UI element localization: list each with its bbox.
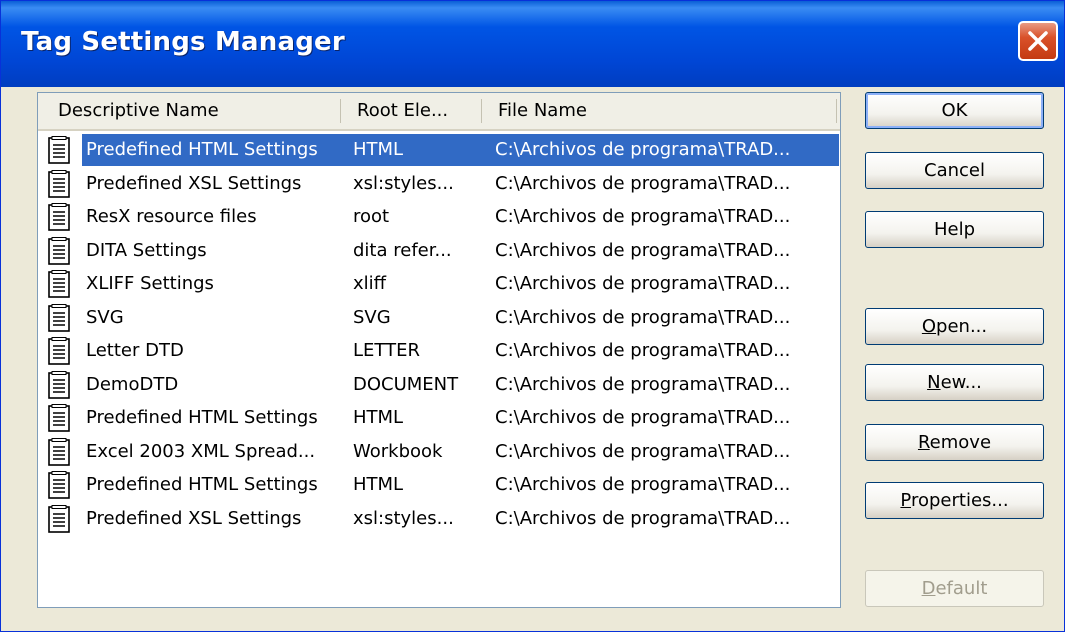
new-button[interactable]: New... [865, 364, 1044, 401]
root-element-cell: LETTER [353, 340, 420, 361]
default-button[interactable]: Default [865, 570, 1044, 607]
column-header-root-element[interactable]: Root Ele... [357, 93, 477, 129]
document-icon [48, 203, 70, 231]
file-name-cell: C:\Archivos de programa\TRAD... [495, 340, 791, 361]
properties-accel: P [900, 490, 911, 511]
list-item[interactable]: DITA Settings dita refer... C:\Archivos de… [38, 234, 840, 268]
file-name-cell: C:\Archivos de programa\TRAD... [495, 139, 791, 160]
descriptive-name-cell: DemoDTD [86, 373, 179, 395]
document-icon [48, 270, 70, 298]
descriptive-name-cell: Predefined HTML Settings [86, 407, 318, 428]
list-item[interactable]: Predefined XSL Settings xsl:styles... C:\A… [38, 167, 840, 201]
column-header-file-name[interactable]: File Name [498, 93, 818, 129]
descriptive-name-cell: ResX resource files [86, 206, 257, 227]
file-name-cell: C:\Archivos de programa\TRAD... [495, 172, 791, 194]
descriptive-name-cell: Letter DTD [86, 340, 184, 361]
document-icon [48, 504, 70, 533]
remove-label: emove [929, 432, 992, 453]
list-item[interactable]: Excel 2003 XML Spread... Workbook C:\Archi… [38, 435, 840, 469]
list-item[interactable]: Predefined HTML Settings HTML C:\Archivos … [38, 401, 840, 435]
document-icon [48, 471, 70, 499]
open-label: pen... [936, 316, 988, 337]
root-element-cell: HTML [353, 474, 404, 495]
document-icon [48, 437, 70, 466]
cancel-button[interactable]: Cancel [865, 152, 1044, 189]
root-element-cell: DOCUMENT [353, 373, 459, 395]
default-accel: D [921, 578, 936, 599]
properties-button[interactable]: Properties... [865, 482, 1044, 519]
root-element-cell: Workbook [353, 440, 443, 462]
descriptive-name-cell: Predefined HTML Settings [86, 474, 318, 495]
file-name-cell: C:\Archivos de programa\TRAD... [495, 474, 791, 495]
file-name-cell: C:\Archivos de programa\TRAD... [495, 306, 791, 328]
descriptive-name-cell: XLIFF Settings [86, 273, 214, 294]
descriptive-name-cell: Predefined XSL Settings [86, 507, 302, 529]
list-item[interactable]: Predefined XSL Settings xsl:styles... C:\A… [38, 502, 840, 536]
help-button[interactable]: Help [865, 211, 1044, 248]
file-name-cell: C:\Archivos de programa\TRAD... [495, 273, 791, 294]
descriptive-name-cell: Excel 2003 XML Spread... [86, 440, 316, 462]
root-element-cell: dita refer... [353, 239, 452, 261]
file-name-cell: C:\Archivos de programa\TRAD... [495, 407, 791, 428]
document-icon [48, 303, 70, 332]
file-name-cell: C:\Archivos de programa\TRAD... [495, 507, 791, 529]
column-separator[interactable] [340, 99, 341, 123]
root-element-cell: SVG [353, 306, 391, 328]
document-icon [48, 337, 70, 365]
column-separator[interactable] [481, 99, 482, 123]
document-icon [48, 136, 70, 164]
file-name-cell: C:\Archivos de programa\TRAD... [495, 239, 791, 261]
title-bar[interactable]: Tag Settings Manager [1, 1, 1064, 87]
default-label: efault [935, 578, 988, 599]
descriptive-name-cell: Predefined XSL Settings [86, 172, 302, 194]
tag-settings-list[interactable]: Descriptive Name Root Ele... File Name P… [37, 92, 841, 608]
root-element-cell: HTML [353, 407, 404, 428]
file-name-cell: C:\Archivos de programa\TRAD... [495, 440, 791, 462]
root-element-cell: xsl:styles... [353, 507, 454, 529]
list-item[interactable]: SVG SVG C:\Archivos de programa\TRAD... [38, 301, 840, 335]
descriptive-name-cell: DITA Settings [86, 239, 207, 261]
descriptive-name-cell: Predefined HTML Settings [86, 139, 318, 160]
document-icon [48, 404, 70, 432]
file-name-cell: C:\Archivos de programa\TRAD... [495, 206, 791, 227]
root-element-cell: root [353, 206, 390, 227]
list-item[interactable]: DemoDTD DOCUMENT C:\Archivos de programa\T… [38, 368, 840, 402]
document-icon [48, 169, 70, 198]
column-separator[interactable] [836, 99, 837, 123]
root-element-cell: xsl:styles... [353, 172, 454, 194]
ok-button[interactable]: OK [865, 92, 1044, 129]
tag-settings-dialog: Tag Settings Manager Descriptive Name Ro… [0, 0, 1065, 632]
list-item[interactable]: XLIFF Settings xliff C:\Archivos de progra… [38, 267, 840, 301]
new-label: ew... [940, 372, 982, 393]
close-button[interactable] [1018, 21, 1058, 61]
remove-accel: R [917, 432, 930, 453]
open-button[interactable]: Open... [865, 308, 1044, 345]
list-item[interactable]: Predefined HTML Settings HTML C:\Archivos … [38, 133, 840, 167]
list-item[interactable]: ResX resource files root C:\Archivos de pr… [38, 200, 840, 234]
column-header-descriptive-name[interactable]: Descriptive Name [58, 93, 338, 129]
root-element-cell: HTML [353, 139, 404, 160]
list-header: Descriptive Name Root Ele... File Name [38, 93, 840, 131]
descriptive-name-cell: SVG [86, 306, 124, 328]
close-icon [1028, 31, 1048, 51]
list-item[interactable]: Predefined HTML Settings HTML C:\Archivos … [38, 468, 840, 502]
open-accel: O [921, 316, 937, 337]
document-icon [48, 236, 70, 265]
new-accel: N [927, 372, 941, 393]
window-title: Tag Settings Manager [21, 27, 345, 57]
list-item[interactable]: Letter DTD LETTER C:\Archivos de programa\… [38, 334, 840, 368]
file-name-cell: C:\Archivos de programa\TRAD... [495, 373, 791, 395]
properties-label: roperties... [910, 490, 1009, 511]
root-element-cell: xliff [353, 273, 387, 294]
document-icon [48, 370, 70, 399]
remove-button[interactable]: Remove [865, 424, 1044, 461]
